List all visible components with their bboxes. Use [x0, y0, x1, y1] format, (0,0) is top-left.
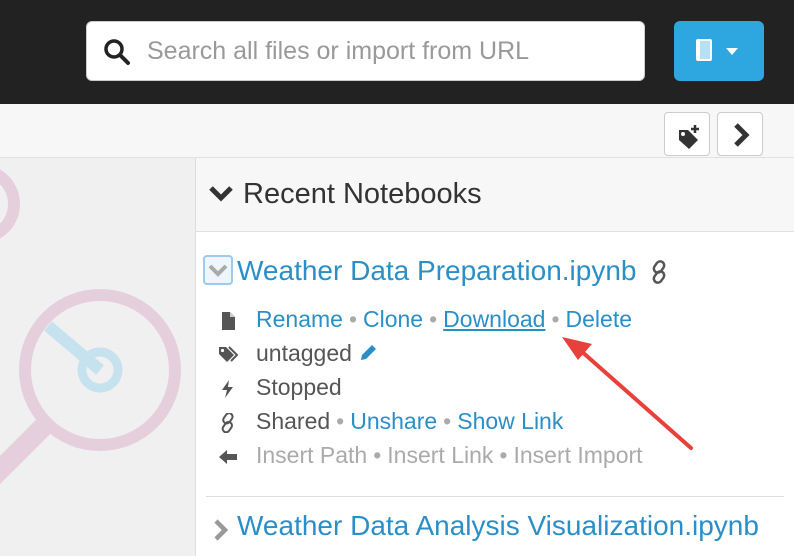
delete-link[interactable]: Delete — [566, 306, 632, 332]
status-value: Stopped — [256, 374, 342, 400]
file-icon — [222, 312, 235, 330]
show-link-link[interactable]: Show Link — [457, 408, 563, 434]
insert-path-link[interactable]: Insert Path — [256, 442, 367, 468]
section-title: Recent Notebooks — [243, 178, 482, 210]
tag-plus-icon — [679, 125, 699, 149]
insert-import-link[interactable]: Insert Import — [513, 442, 642, 468]
notebook-expand-toggle[interactable] — [203, 255, 233, 285]
background-illustration — [0, 169, 181, 485]
link-icon — [221, 413, 234, 433]
notebook-insert-row: Insert Path • Insert Link • Insert Import — [196, 442, 794, 472]
chevron-right-icon — [734, 123, 750, 147]
chevron-down-icon — [208, 264, 228, 277]
insert-link-link[interactable]: Insert Link — [387, 442, 493, 468]
chevron-down-icon — [209, 186, 233, 202]
toolbar — [0, 104, 794, 158]
notebook-tags-row: untagged — [196, 340, 794, 370]
download-link[interactable]: Download — [443, 306, 545, 332]
pencil-icon[interactable] — [358, 343, 378, 363]
notebook-sharing-row: Shared • Unshare • Show Link — [196, 408, 794, 438]
collapse-panel-button[interactable] — [717, 112, 763, 156]
sharing-state: Shared — [256, 408, 331, 434]
notebook-actions-row: Rename • Clone • Download • Delete — [196, 306, 794, 336]
tags-value: untagged — [256, 340, 352, 366]
search-icon — [104, 39, 130, 65]
recent-notebooks-panel: Recent Notebooks Weather Data Preparatio… — [196, 158, 794, 556]
link-icon[interactable] — [648, 260, 670, 284]
clone-link[interactable]: Clone — [363, 306, 423, 332]
left-pane — [0, 158, 195, 556]
recent-notebooks-header[interactable]: Recent Notebooks — [196, 158, 794, 232]
tags-icon — [219, 346, 238, 362]
top-bar: Search all files or import from URL — [0, 0, 794, 104]
unshare-link[interactable]: Unshare — [350, 408, 437, 434]
bolt-icon — [222, 380, 233, 398]
arrow-left-icon — [219, 450, 237, 464]
new-notebook-button[interactable] — [674, 21, 764, 81]
search-box[interactable]: Search all files or import from URL — [86, 21, 645, 81]
chevron-right-icon[interactable] — [212, 518, 230, 542]
notebook-title-link[interactable]: Weather Data Analysis Visualization.ipyn… — [237, 510, 759, 542]
notebook-status-row: Stopped — [196, 374, 794, 404]
notebook-dropdown-icon — [696, 39, 738, 61]
search-input[interactable]: Search all files or import from URL — [147, 37, 529, 66]
add-tag-button[interactable] — [664, 112, 710, 156]
notebook-separator — [206, 496, 784, 497]
rename-link[interactable]: Rename — [256, 306, 343, 332]
notebook-title-link[interactable]: Weather Data Preparation.ipynb — [237, 255, 637, 287]
